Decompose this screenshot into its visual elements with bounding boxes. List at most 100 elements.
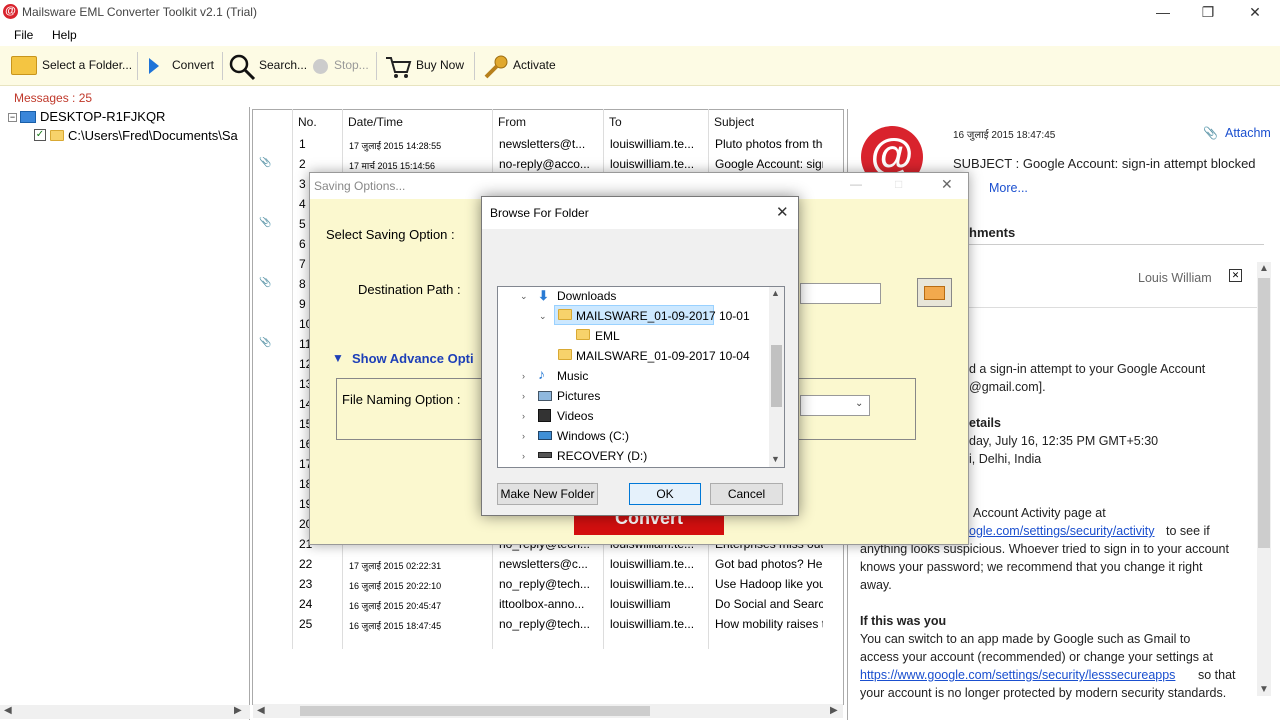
browse-dialog-title: Browse For Folder bbox=[490, 206, 589, 220]
toolbar-separator bbox=[376, 52, 377, 80]
chevron-right-icon[interactable]: › bbox=[522, 391, 525, 401]
close-button[interactable]: ✕ bbox=[1240, 2, 1270, 22]
menu-help[interactable]: Help bbox=[52, 28, 77, 42]
cell-subject: Do Social and Search a bbox=[715, 597, 823, 611]
attachments-tab[interactable]: hments bbox=[969, 225, 1015, 240]
tree-root-label[interactable]: DESKTOP-R1FJKQR bbox=[40, 109, 165, 124]
show-advance-options-link[interactable]: Show Advance Opti bbox=[352, 351, 474, 366]
scroll-up-icon[interactable]: ▲ bbox=[771, 288, 780, 298]
file-naming-option-label: File Naming Option : bbox=[342, 392, 461, 407]
chevron-down-icon[interactable]: ⌄ bbox=[520, 291, 528, 302]
activate-button[interactable]: Activate bbox=[513, 58, 556, 72]
menu-bar bbox=[0, 24, 1280, 46]
tree-item-mailsware-1[interactable]: MAILSWARE_01-09-2017 10-01 bbox=[576, 309, 750, 323]
scroll-right-icon[interactable]: ▶ bbox=[234, 705, 242, 716]
cell-to: louiswilliam.te... bbox=[610, 157, 695, 171]
folder-tree-scroll-thumb[interactable] bbox=[771, 345, 782, 407]
tree-collapse-toggle[interactable]: − bbox=[8, 113, 17, 122]
make-new-folder-button[interactable]: Make New Folder bbox=[497, 483, 598, 505]
scroll-down-icon[interactable]: ▼ bbox=[771, 454, 780, 464]
chevron-right-icon[interactable]: › bbox=[522, 431, 525, 441]
grid-divider bbox=[292, 109, 293, 649]
saving-close-button[interactable]: ✕ bbox=[941, 176, 953, 193]
attachments-link[interactable]: Attachm bbox=[1225, 126, 1271, 140]
chevron-right-icon[interactable]: › bbox=[522, 411, 525, 421]
chevron-down-icon: ⌄ bbox=[855, 398, 864, 409]
paperclip-icon: 📎 bbox=[259, 277, 272, 288]
tree-item-eml[interactable]: EML bbox=[595, 329, 620, 343]
folder-tree: ⌄ ⬇ Downloads ⌄ MAILSWARE_01-09-2017 10-… bbox=[497, 286, 785, 468]
scroll-left-icon[interactable]: ◀ bbox=[4, 705, 12, 716]
browse-folder-icon bbox=[924, 286, 945, 300]
tree-checkbox[interactable]: ✓ bbox=[34, 129, 46, 141]
folder-icon bbox=[558, 309, 572, 320]
folder-icon bbox=[11, 56, 37, 75]
tree-item-windows-c[interactable]: Windows (C:) bbox=[557, 429, 629, 443]
col-header-to[interactable]: To bbox=[609, 115, 622, 129]
tree-child-label[interactable]: C:\Users\Fred\Documents\Sa bbox=[68, 128, 248, 143]
tree-item-music[interactable]: Music bbox=[557, 369, 588, 383]
file-naming-select[interactable]: ⌄ bbox=[800, 395, 870, 416]
browse-close-button[interactable]: ✕ bbox=[776, 203, 789, 221]
stop-button[interactable]: Stop... bbox=[334, 58, 369, 72]
preview-body-line: day, July 16, 12:35 PM GMT+5:30 bbox=[969, 434, 1159, 448]
menu-file[interactable]: File bbox=[14, 28, 33, 42]
tree-item-recovery-d[interactable]: RECOVERY (D:) bbox=[557, 449, 647, 463]
buy-now-button[interactable]: Buy Now bbox=[416, 58, 464, 72]
preview-body-line: You can switch to an app made by Google … bbox=[860, 632, 1191, 646]
scroll-down-icon[interactable]: ▼ bbox=[1259, 684, 1269, 695]
chevron-down-icon[interactable]: ⌄ bbox=[539, 311, 547, 322]
destination-path-input[interactable] bbox=[800, 283, 881, 304]
grid-scroll-thumb[interactable] bbox=[300, 706, 650, 716]
cell-no: 3 bbox=[299, 177, 306, 191]
cell-date: 17 जुलाई 2015 14:28:55 bbox=[349, 141, 442, 151]
cell-to: louiswilliam.te... bbox=[610, 617, 695, 631]
saving-minimize-button[interactable]: — bbox=[850, 177, 862, 191]
tree-item-mailsware-2[interactable]: MAILSWARE_01-09-2017 10-04 bbox=[576, 349, 750, 363]
maximize-button[interactable]: ❐ bbox=[1193, 2, 1223, 22]
search-button[interactable]: Search... bbox=[259, 58, 307, 72]
ok-button[interactable]: OK bbox=[629, 483, 701, 505]
cell-subject: Pluto photos from the bbox=[715, 137, 823, 151]
tree-horizontal-scrollbar[interactable] bbox=[0, 705, 250, 719]
chevron-right-icon[interactable]: › bbox=[522, 371, 525, 381]
lesssecureapps-link[interactable]: https://www.google.com/settings/security… bbox=[860, 668, 1175, 682]
minimize-button[interactable]: — bbox=[1148, 2, 1178, 22]
cell-subject: Use Hadoop like your c bbox=[715, 577, 823, 591]
cell-date: 17 मार्च 2015 15:14:56 bbox=[349, 161, 435, 171]
scroll-up-icon[interactable]: ▲ bbox=[1259, 263, 1269, 274]
cell-no: 5 bbox=[299, 217, 306, 231]
scroll-left-icon[interactable]: ◀ bbox=[257, 705, 265, 716]
preview-close-icon[interactable]: ✕ bbox=[1229, 269, 1242, 282]
paperclip-icon: 📎 bbox=[259, 157, 272, 168]
col-header-no[interactable]: No. bbox=[298, 115, 317, 129]
col-header-from[interactable]: From bbox=[498, 115, 526, 129]
cell-date: 17 जुलाई 2015 02:22:31 bbox=[349, 561, 442, 571]
cell-no: 6 bbox=[299, 237, 306, 251]
download-icon: ⬇ bbox=[538, 288, 549, 303]
scroll-right-icon[interactable]: ▶ bbox=[830, 705, 838, 716]
saving-dialog-title: Saving Options... bbox=[314, 179, 406, 193]
activity-link[interactable]: ogle.com/settings/security/activity bbox=[969, 524, 1155, 538]
browse-folder-button[interactable] bbox=[917, 278, 952, 307]
convert-button[interactable]: Convert bbox=[172, 58, 214, 72]
col-header-date[interactable]: Date/Time bbox=[348, 115, 403, 129]
more-link[interactable]: More... bbox=[989, 181, 1028, 195]
preview-body-line: away. bbox=[860, 578, 892, 592]
chevron-right-icon[interactable]: › bbox=[522, 451, 525, 461]
drive-c-icon bbox=[538, 431, 552, 440]
col-header-subject[interactable]: Subject bbox=[714, 115, 754, 129]
chevron-down-icon[interactable]: ▼ bbox=[332, 351, 344, 365]
cell-no: 25 bbox=[299, 617, 313, 631]
preview-body-line: to see if bbox=[1166, 524, 1210, 538]
preview-body-line: i, Delhi, India bbox=[969, 452, 1042, 466]
preview-scroll-thumb[interactable] bbox=[1258, 278, 1270, 548]
saving-maximize-button[interactable]: □ bbox=[895, 177, 902, 191]
toolbar-separator bbox=[474, 52, 475, 80]
cell-no: 24 bbox=[299, 597, 313, 611]
select-folder-button[interactable]: Select a Folder... bbox=[42, 58, 132, 72]
tree-item-videos[interactable]: Videos bbox=[557, 409, 593, 423]
cancel-button[interactable]: Cancel bbox=[710, 483, 783, 505]
tree-item-pictures[interactable]: Pictures bbox=[557, 389, 600, 403]
tree-item-downloads[interactable]: Downloads bbox=[557, 289, 616, 303]
